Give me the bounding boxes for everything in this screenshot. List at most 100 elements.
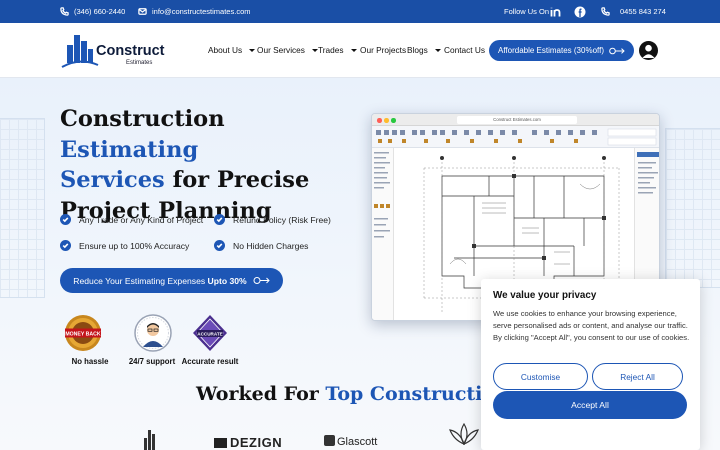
window-url: Construct Estimates.com [457, 116, 577, 124]
brand-logo [444, 420, 484, 450]
badge-label: Accurate result [181, 357, 239, 366]
brand-mark-icon [324, 435, 335, 446]
accurate-badge: ACCURATE [190, 313, 230, 353]
money-back-badge: MONEY BACK [63, 313, 103, 353]
nav-item-label: Blogs [407, 45, 428, 55]
nav-item-blogs[interactable]: Blogs [407, 45, 441, 55]
hero-title: Construction Estimating Services for Pre… [60, 104, 360, 226]
topbar-phone-alt-link[interactable]: 0455 843 274 [601, 0, 666, 23]
heading-text: Worked For [196, 383, 326, 405]
building-logo-icon [61, 35, 99, 68]
phone-icon [60, 7, 69, 16]
check-circle-icon [60, 214, 71, 225]
cta-prefix: Reduce Your Estimating Expenses [73, 275, 208, 286]
support-badge [133, 313, 173, 353]
nav-item-projects[interactable]: Our Projects [360, 45, 406, 55]
nav-item-trades[interactable]: Trades [318, 45, 357, 55]
chevron-down-icon [434, 48, 441, 52]
reduce-expenses-button[interactable]: Reduce Your Estimating Expenses Upto 30% [60, 268, 283, 293]
brand-logo: DEZIGN [214, 435, 282, 450]
feature-item: Refund Policy (Risk Free) [214, 214, 331, 225]
lotus-brand-icon [449, 422, 479, 446]
nav-item-about[interactable]: About Us [208, 45, 256, 55]
nav-item-label: Contact Us [444, 45, 486, 55]
support-agent-icon [134, 314, 172, 352]
background-building-left [0, 118, 45, 298]
arrow-right-icon [253, 277, 270, 284]
follow-us: Follow Us On [504, 0, 549, 23]
feature-text: Refund Policy (Risk Free) [233, 214, 331, 225]
user-icon [642, 44, 655, 58]
phone-icon [601, 7, 610, 16]
topbar-phone-alt: 0455 843 274 [620, 7, 666, 16]
feature-text: Ensure up to 100% Accuracy [79, 240, 190, 251]
panel-list [374, 152, 390, 238]
accept-all-button[interactable]: Accept All [493, 391, 687, 419]
badge-label: No hassle [71, 357, 109, 366]
cookie-consent-dialog: We value your privacy We use cookies to … [481, 279, 700, 450]
check-circle-icon [60, 240, 71, 251]
topbar-email: info@constructestimates.com [152, 7, 251, 16]
facebook-icon [574, 6, 586, 17]
cta-text: Reduce Your Estimating Expenses Upto 30% [73, 276, 246, 286]
feature-item: Ensure up to 100% Accuracy [60, 240, 189, 251]
nav-item-services[interactable]: Our Services [257, 45, 318, 55]
minimize-dot-icon [384, 118, 389, 123]
background-building-right [665, 128, 720, 288]
brand-name: DEZIGN [230, 435, 283, 450]
follow-us-label: Follow Us On [504, 7, 550, 16]
arrow-right-icon [609, 47, 625, 54]
feature-item: Any Trade or Any Kind of Project [60, 214, 203, 225]
topbar-email-link[interactable]: info@constructestimates.com [138, 0, 250, 23]
nav-item-label: Our Projects [360, 45, 407, 55]
topbar-phone: (346) 660-2440 [74, 7, 126, 16]
reject-all-button[interactable]: Reject All [592, 363, 683, 390]
nav-item-contact[interactable]: Contact Us [444, 45, 485, 55]
feature-text: No Hidden Charges [233, 240, 309, 251]
check-circle-icon [214, 214, 225, 225]
cookie-body: We use cookies to enhance your browsing … [493, 309, 690, 342]
customise-button[interactable]: Customise [493, 363, 588, 390]
affordable-estimates-button[interactable]: Affordable Estimates (30%off) [489, 40, 634, 61]
window-left-panel [372, 148, 394, 320]
linkedin-link[interactable] [550, 0, 562, 23]
badge-seal-text: MONEY BACK [65, 331, 101, 337]
title-highlight: Estimating [60, 136, 199, 163]
mail-icon [138, 8, 147, 15]
accurate-seal-icon: ACCURATE [193, 315, 227, 351]
close-dot-icon [377, 118, 382, 123]
title-text: for Precise [164, 167, 310, 193]
user-avatar[interactable] [639, 41, 658, 60]
maximize-dot-icon [391, 118, 396, 123]
feature-text: Any Trade or Any Kind of Project [79, 214, 204, 225]
main-nav: Construct Estimates About Us Our Service… [0, 23, 720, 78]
logo[interactable]: Construct Estimates [60, 31, 165, 71]
logo-name: Construct [96, 43, 165, 59]
topbar-phone-link[interactable]: (346) 660-2440 [60, 0, 125, 23]
brand-logo: Glascott [324, 435, 377, 448]
cta-bold: Upto 30% [207, 275, 247, 286]
window-toolbar [372, 126, 659, 148]
nav-item-label: About Us [208, 45, 243, 55]
window-titlebar: Construct Estimates.com [372, 114, 659, 126]
chevron-down-icon [249, 48, 256, 52]
brand-name: Glascott [337, 436, 378, 448]
title-highlight: Services [60, 167, 165, 193]
title-text: Construction [60, 106, 225, 132]
top-bar: (346) 660-2440 info@constructestimates.c… [0, 0, 720, 23]
nav-item-label: Our Services [257, 45, 305, 55]
brand-mark-icon [214, 438, 227, 448]
feature-item: No Hidden Charges [214, 240, 308, 251]
tower-brand-icon [144, 430, 155, 450]
brand-logo [138, 428, 166, 450]
cookie-title: We value your privacy [493, 290, 597, 301]
check-circle-icon [214, 240, 225, 251]
money-back-seal-icon: MONEY BACK [65, 315, 101, 351]
badge-seal-text: ACCURATE [197, 331, 222, 336]
nav-item-label: Trades [318, 45, 344, 55]
toolbar-icons [376, 128, 657, 146]
cta-label: Affordable Estimates (30%off) [498, 46, 604, 55]
logo-subtitle: Estimates [126, 60, 153, 66]
chevron-down-icon [350, 48, 357, 52]
facebook-link[interactable] [574, 0, 586, 23]
